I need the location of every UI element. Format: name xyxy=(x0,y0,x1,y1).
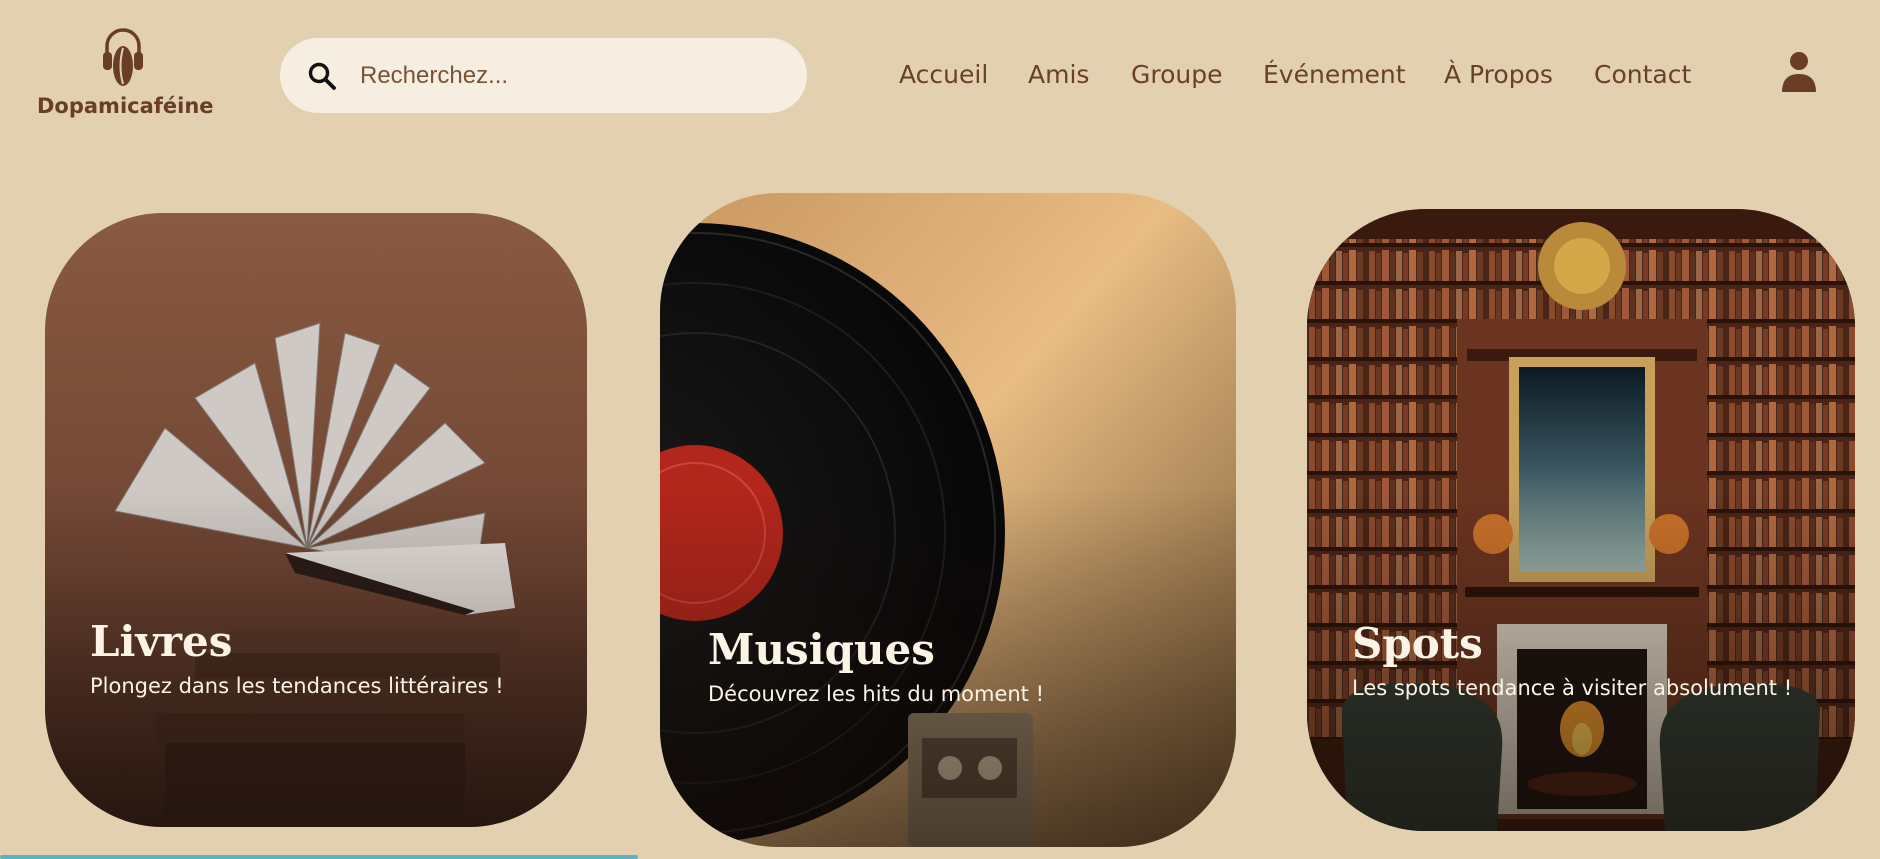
nav-item-a-propos[interactable]: À Propos xyxy=(1444,59,1553,91)
card-description: Plongez dans les tendances littéraires ! xyxy=(90,674,504,698)
brand-name: Dopamicaféine xyxy=(37,94,214,118)
search-input[interactable] xyxy=(358,60,782,91)
nav-item-amis[interactable]: Amis xyxy=(1028,59,1089,91)
card-title: Livres xyxy=(90,617,233,666)
card-title: Spots xyxy=(1352,619,1483,668)
nav-item-evenement[interactable]: Événement xyxy=(1263,59,1406,91)
search-icon[interactable] xyxy=(302,56,342,96)
horizontal-scrollbar[interactable] xyxy=(0,855,638,859)
nav-item-accueil[interactable]: Accueil xyxy=(899,59,988,91)
search-bar[interactable] xyxy=(280,38,807,113)
headphones-coffee-bean-icon xyxy=(103,28,143,86)
brand-logo[interactable]: Dopamicaféine xyxy=(37,26,214,118)
card-spots[interactable]: Spots Les spots tendance à visiter absol… xyxy=(1307,209,1855,831)
card-description: Les spots tendance à visiter absolument … xyxy=(1352,676,1793,700)
nav-item-contact[interactable]: Contact xyxy=(1594,59,1691,91)
card-livres[interactable]: Livres Plongez dans les tendances littér… xyxy=(45,213,587,827)
card-title: Musiques xyxy=(708,625,935,674)
card-musiques[interactable]: Musiques Découvrez les hits du moment ! xyxy=(660,193,1236,847)
nav-item-groupe[interactable]: Groupe xyxy=(1131,59,1223,91)
user-icon[interactable] xyxy=(1780,51,1818,97)
card-description: Découvrez les hits du moment ! xyxy=(708,682,1045,706)
